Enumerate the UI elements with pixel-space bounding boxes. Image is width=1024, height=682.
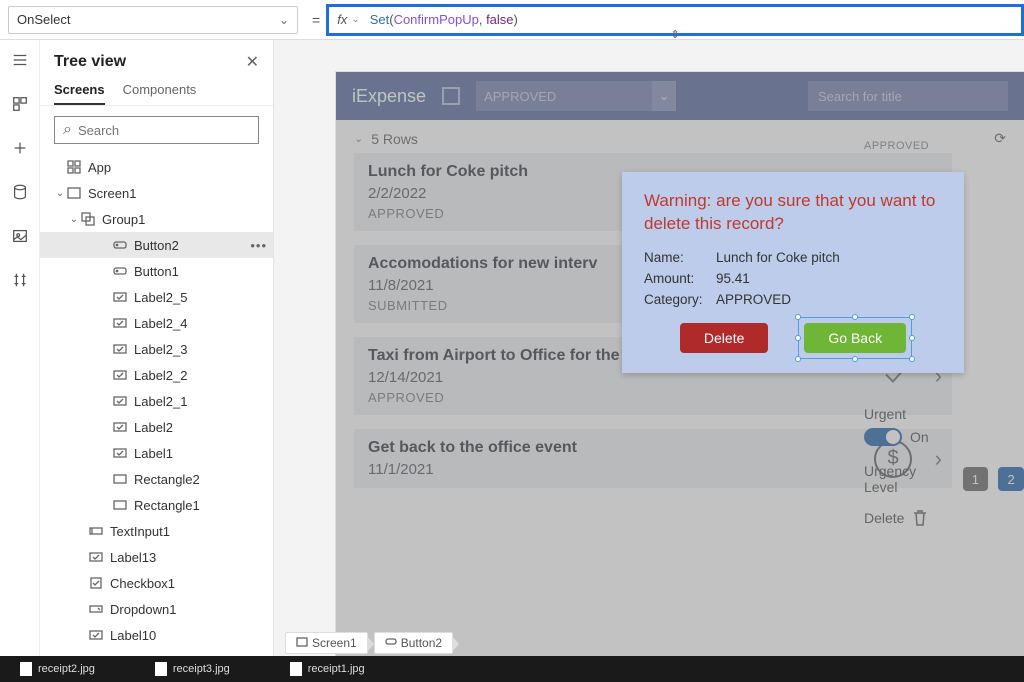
left-rail: [0, 40, 40, 656]
data-icon[interactable]: [10, 182, 30, 202]
breadcrumb-screen[interactable]: Screen1: [285, 632, 368, 654]
tree-node-label2-2[interactable]: Label2_2: [40, 362, 273, 388]
urgent-label: Urgent: [864, 406, 1024, 422]
tree-body: App ⌄Screen1 ⌄Group1 Button2••• Button1 …: [40, 154, 273, 656]
tree-node-label10[interactable]: Label10: [40, 622, 273, 648]
tree-node-button1[interactable]: Button1: [40, 258, 273, 284]
trash-icon: [912, 509, 928, 527]
tab-components[interactable]: Components: [123, 76, 197, 105]
file-icon: [290, 662, 302, 676]
hamburger-icon[interactable]: [10, 50, 30, 70]
app-canvas[interactable]: iExpense APPROVED ⌄ Search for title ▲ ⌄…: [336, 72, 1024, 656]
media-icon[interactable]: [10, 226, 30, 246]
breadcrumb: Screen1 Button2: [285, 632, 453, 654]
app-header: iExpense APPROVED ⌄ Search for title: [336, 72, 1024, 120]
popup-category-label: Category:: [644, 292, 716, 307]
tree-view-title: Tree view: [54, 53, 126, 71]
tree-node-rectangle2[interactable]: Rectangle2: [40, 466, 273, 492]
popup-amount-value: 95.41: [716, 271, 750, 286]
tree-node-dropdown1[interactable]: Dropdown1: [40, 596, 273, 622]
tree-node-textinput1[interactable]: TextInput1: [40, 518, 273, 544]
formula-bar[interactable]: fx ⌄ Set(ConfirmPopUp, false) ⇕: [326, 4, 1024, 36]
delete-action[interactable]: Delete: [864, 509, 1024, 527]
tree-node-checkbox1[interactable]: Checkbox1: [40, 570, 273, 596]
tree-search[interactable]: ⌕: [54, 116, 259, 144]
popup-amount-label: Amount:: [644, 271, 716, 286]
close-icon[interactable]: ✕: [246, 52, 259, 72]
taskbar-item[interactable]: receipt2.jpg: [20, 662, 95, 676]
delete-button[interactable]: Delete: [680, 323, 768, 353]
taskbar-item[interactable]: receipt3.jpg: [155, 662, 230, 676]
more-icon[interactable]: •••: [250, 238, 267, 253]
urgency-pill-2[interactable]: 2: [998, 467, 1024, 491]
file-icon: [20, 662, 32, 676]
tree-node-label2-4[interactable]: Label2_4: [40, 310, 273, 336]
file-icon: [155, 662, 167, 676]
resize-handle-icon[interactable]: ⇕: [670, 28, 679, 41]
title-search-input[interactable]: Search for title: [808, 81, 1008, 111]
tree-node-label2-5[interactable]: Label2_5: [40, 284, 273, 310]
chevron-down-icon[interactable]: ⌄: [351, 14, 359, 25]
chevron-down-icon: ⌄: [279, 13, 289, 27]
fx-icon: fx: [337, 12, 347, 27]
popup-category-value: APPROVED: [716, 292, 791, 307]
tree-node-label2[interactable]: Label2: [40, 414, 273, 440]
tree-node-app[interactable]: App: [40, 154, 273, 180]
tree-node-label2-3[interactable]: Label2_3: [40, 336, 273, 362]
tree-node-label2-1[interactable]: Label2_1: [40, 388, 273, 414]
equals-label: =: [306, 12, 326, 28]
tree-node-screen1[interactable]: ⌄Screen1: [40, 180, 273, 206]
filter-checkbox[interactable]: [442, 87, 460, 105]
urgency-level-label: Urgency Level: [864, 463, 953, 495]
chevron-down-icon: ⌄: [652, 81, 676, 111]
tab-screens[interactable]: Screens: [54, 76, 105, 105]
tree-node-group1[interactable]: ⌄Group1: [40, 206, 273, 232]
taskbar: receipt2.jpg receipt3.jpg receipt1.jpg: [0, 656, 1024, 682]
top-bar: OnSelect ⌄ = fx ⌄ Set(ConfirmPopUp, fals…: [0, 0, 1024, 40]
app-brand: iExpense: [352, 86, 426, 107]
property-name: OnSelect: [17, 12, 70, 27]
popup-warning-text: Warning: are you sure that you want to d…: [644, 190, 942, 236]
tree-node-label1[interactable]: Label1: [40, 440, 273, 466]
urgent-toggle[interactable]: On: [864, 428, 929, 446]
confirm-popup: Warning: are you sure that you want to d…: [622, 172, 964, 373]
taskbar-item[interactable]: receipt1.jpg: [290, 662, 365, 676]
tree-view-icon[interactable]: [10, 94, 30, 114]
tree-tabs: Screens Components: [40, 76, 273, 106]
insert-icon[interactable]: [10, 138, 30, 158]
list-item[interactable]: Get back to the office event 11/1/2021 $…: [354, 429, 952, 488]
canvas-area: iExpense APPROVED ⌄ Search for title ▲ ⌄…: [274, 40, 1024, 656]
popup-name-label: Name:: [644, 250, 716, 265]
formula-text[interactable]: Set(ConfirmPopUp, false): [370, 12, 518, 28]
tree-node-rectangle1[interactable]: Rectangle1: [40, 492, 273, 518]
urgency-pill-1[interactable]: 1: [963, 467, 989, 491]
breadcrumb-control[interactable]: Button2: [374, 632, 453, 654]
go-back-button[interactable]: Go Back: [804, 323, 906, 353]
popup-name-value: Lunch for Coke pitch: [716, 250, 840, 265]
tree-view-panel: Tree view ✕ Screens Components ⌕ App ⌄Sc…: [40, 40, 274, 656]
search-icon: ⌕: [63, 121, 72, 139]
tree-node-label13[interactable]: Label13: [40, 544, 273, 570]
chevron-down-icon[interactable]: ⌄: [354, 132, 363, 145]
rows-count: 5 Rows: [371, 131, 418, 147]
tree-search-input[interactable]: [78, 123, 254, 138]
property-selector[interactable]: OnSelect ⌄: [8, 6, 298, 34]
tree-node-button2[interactable]: Button2•••: [40, 232, 273, 258]
status-filter-dropdown[interactable]: APPROVED ⌄: [476, 81, 676, 111]
status-badge: APPROVED: [864, 140, 1024, 152]
advanced-tools-icon[interactable]: [10, 270, 30, 290]
